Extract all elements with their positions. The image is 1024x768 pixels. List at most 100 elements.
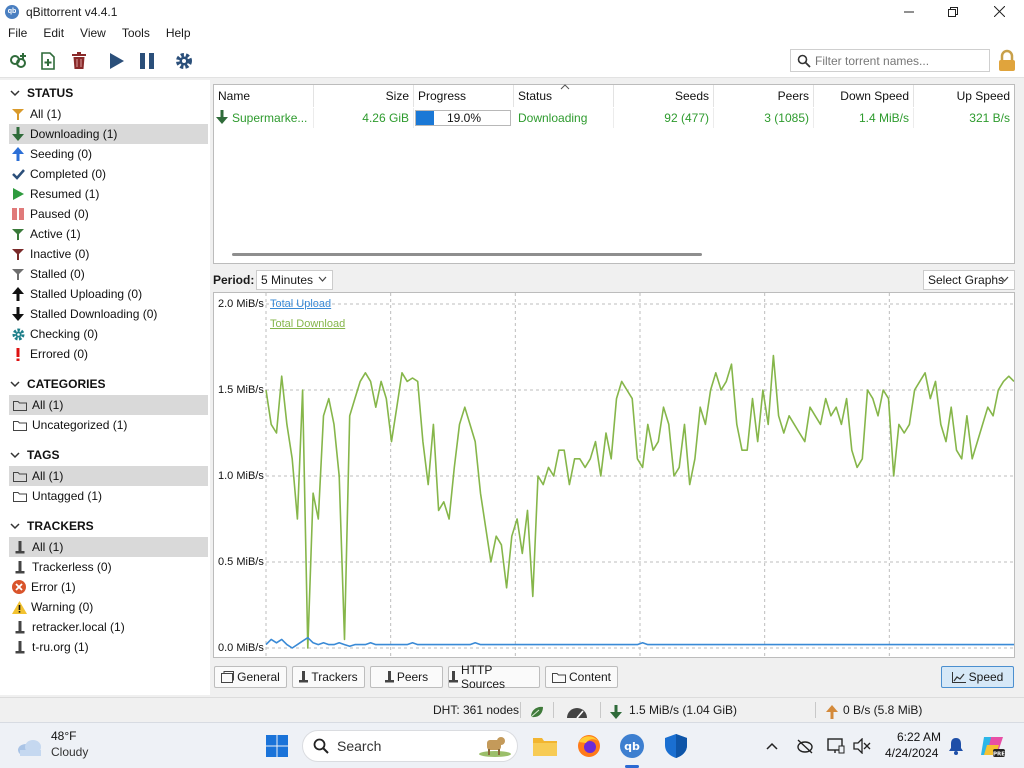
- table-row[interactable]: Supermarke... 4.26 GiB 19.0% Downloading…: [214, 108, 1014, 128]
- taskbar-search[interactable]: Search: [302, 730, 518, 762]
- status-stalled-downloading[interactable]: Stalled Downloading (0): [9, 304, 208, 324]
- display-button[interactable]: [822, 731, 850, 761]
- tab-peers[interactable]: Peers: [370, 666, 443, 688]
- section-tags[interactable]: TAGS: [0, 445, 210, 465]
- file-explorer-button[interactable]: [530, 731, 560, 761]
- start-button[interactable]: [262, 731, 292, 761]
- dht-nodes: DHT: 361 nodes: [433, 703, 520, 717]
- folder-icon: [551, 672, 566, 683]
- tab-content[interactable]: Content: [545, 666, 618, 688]
- menu-edit[interactable]: Edit: [35, 23, 72, 44]
- menu-help[interactable]: Help: [158, 23, 199, 44]
- pause-button[interactable]: [136, 50, 158, 72]
- tag-all[interactable]: All (1): [9, 466, 208, 486]
- global-download-speed[interactable]: 1.5 MiB/s (1.04 GiB): [629, 698, 737, 722]
- weather-description: Cloudy: [51, 745, 89, 759]
- add-torrent-file-button[interactable]: [37, 50, 59, 72]
- notifications-button[interactable]: [943, 731, 969, 761]
- status-all[interactable]: All (1): [9, 104, 208, 124]
- torrent-list[interactable]: Name Size Progress Status Seeds Peers Do…: [213, 84, 1015, 264]
- legend-total-upload[interactable]: Total Upload: [270, 298, 331, 310]
- tracker-error-label: Error (1): [31, 580, 76, 594]
- status-active[interactable]: Active (1): [9, 224, 208, 244]
- maximize-button[interactable]: [930, 0, 976, 23]
- status-bar: DHT: 361 nodes 1.5 MiB/s (1.04 GiB) 0 B/…: [0, 697, 1024, 722]
- tag-untagged[interactable]: Untagged (1): [9, 486, 208, 506]
- horizontal-scrollbar[interactable]: [232, 253, 702, 256]
- section-status[interactable]: STATUS: [0, 83, 210, 103]
- clock-time[interactable]: 6:22 AM: [897, 730, 941, 744]
- select-graphs-dropdown[interactable]: Select Graphs: [923, 270, 1015, 290]
- column-header-name[interactable]: Name: [214, 85, 314, 107]
- check-icon: [11, 169, 25, 180]
- category-all[interactable]: All (1): [9, 395, 208, 415]
- tracker-t-ru-org[interactable]: t-ru.org (1): [9, 637, 208, 657]
- column-header-down-speed[interactable]: Down Speed: [814, 85, 914, 107]
- tracker-trackerless[interactable]: Trackerless (0): [9, 557, 208, 577]
- options-button[interactable]: [173, 50, 195, 72]
- tab-trackers[interactable]: Trackers: [292, 666, 365, 688]
- column-header-peers[interactable]: Peers: [714, 85, 814, 107]
- chevron-down-icon: [318, 276, 327, 282]
- tab-speed[interactable]: Speed: [941, 666, 1014, 688]
- category-uncategorized[interactable]: Uncategorized (1): [9, 415, 208, 435]
- period-select[interactable]: 5 Minutes: [256, 270, 333, 290]
- tracker-retracker-local[interactable]: retracker.local (1): [9, 617, 208, 637]
- status-downloading[interactable]: Downloading (1): [9, 124, 208, 144]
- copilot-button[interactable]: PRE: [978, 731, 1006, 761]
- legend-total-download[interactable]: Total Download: [270, 318, 345, 330]
- delete-torrent-button[interactable]: [68, 50, 90, 72]
- show-hidden-icons-button[interactable]: [758, 731, 786, 761]
- alt-speed-toggle[interactable]: [529, 703, 545, 718]
- clock-date[interactable]: 4/24/2024: [885, 746, 938, 760]
- windows-security-button[interactable]: [661, 731, 691, 761]
- status-seeding[interactable]: Seeding (0): [9, 144, 208, 164]
- column-header-progress[interactable]: Progress: [414, 85, 514, 107]
- resume-button[interactable]: [105, 50, 127, 72]
- tab-general[interactable]: General: [214, 666, 287, 688]
- status-errored[interactable]: Errored (0): [9, 344, 208, 364]
- status-stalled[interactable]: Stalled (0): [9, 264, 208, 284]
- firefox-icon: [578, 735, 600, 757]
- tracker-error[interactable]: Error (1): [9, 577, 208, 597]
- section-status-title: STATUS: [27, 86, 74, 100]
- qbittorrent-taskbar-button[interactable]: qb: [617, 731, 647, 761]
- status-completed[interactable]: Completed (0): [9, 164, 208, 184]
- folder-icon: [13, 471, 27, 482]
- arrow-down-icon: [12, 307, 24, 321]
- filter-torrent-input[interactable]: [815, 53, 985, 68]
- section-categories[interactable]: CATEGORIES: [0, 374, 210, 394]
- global-upload-speed[interactable]: 0 B/s (5.8 MiB): [843, 698, 922, 722]
- cell-peers: 3 (1085): [714, 108, 814, 128]
- chevron-down-icon: [10, 90, 20, 97]
- tracker-all[interactable]: All (1): [9, 537, 208, 557]
- status-stalled-uploading[interactable]: Stalled Uploading (0): [9, 284, 208, 304]
- volume-button[interactable]: [848, 731, 876, 761]
- minimize-button[interactable]: [886, 0, 932, 23]
- column-header-up-speed[interactable]: Up Speed: [914, 85, 1014, 107]
- network-status-button[interactable]: [791, 731, 819, 761]
- firefox-button[interactable]: [574, 731, 604, 761]
- section-trackers[interactable]: TRACKERS: [0, 516, 210, 536]
- tab-http-sources[interactable]: HTTP Sources: [448, 663, 540, 691]
- menu-view[interactable]: View: [72, 23, 114, 44]
- weather-widget[interactable]: [14, 732, 46, 762]
- tracker-warning[interactable]: Warning (0): [9, 597, 208, 617]
- status-resumed[interactable]: Resumed (1): [9, 184, 208, 204]
- lock-button[interactable]: [994, 48, 1020, 74]
- menu-file[interactable]: File: [0, 23, 35, 44]
- weather-temperature: 48°F: [51, 729, 77, 743]
- column-header-size[interactable]: Size: [314, 85, 414, 107]
- arrow-up-icon: [826, 705, 838, 719]
- status-checking[interactable]: Checking (0): [9, 324, 208, 344]
- warning-icon: [11, 600, 27, 614]
- status-inactive[interactable]: Inactive (0): [9, 244, 208, 264]
- speed-limits-button[interactable]: [565, 703, 589, 719]
- add-torrent-link-button[interactable]: [7, 50, 29, 72]
- filter-torrent-search[interactable]: [790, 49, 990, 72]
- speed-chart-icon: [951, 671, 966, 683]
- column-header-seeds[interactable]: Seeds: [614, 85, 714, 107]
- status-paused[interactable]: Paused (0): [9, 204, 208, 224]
- close-button[interactable]: [976, 0, 1022, 23]
- menu-tools[interactable]: Tools: [114, 23, 158, 44]
